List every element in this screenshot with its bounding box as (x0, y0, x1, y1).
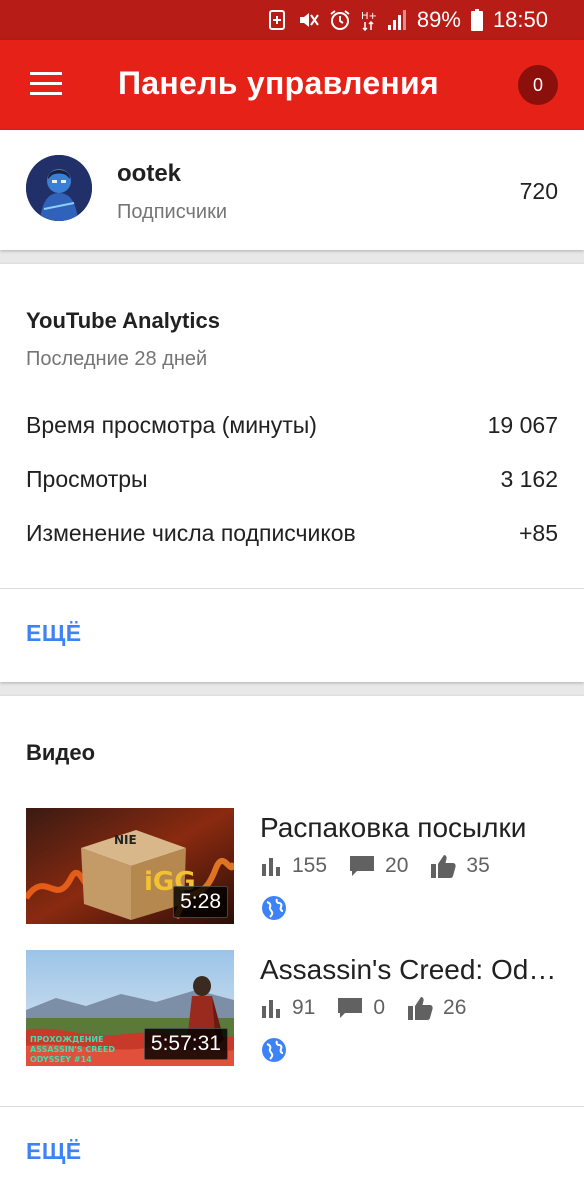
alarm-icon (329, 9, 351, 31)
metric-value: 19 067 (487, 411, 558, 438)
views-count: 155 (292, 854, 328, 877)
battery-icon (470, 9, 483, 31)
divider (0, 588, 584, 589)
video-thumbnail[interactable]: ПРОХОЖДЕНИЕ ASSASSIN'S CREED ODYSSEY #14… (26, 950, 234, 1066)
menu-icon[interactable] (30, 72, 62, 96)
comment-icon (338, 998, 363, 1018)
likes-count: 26 (443, 996, 467, 1019)
comments-count: 0 (373, 996, 386, 1019)
videos-title: Видео (26, 740, 96, 765)
video-title: Assassin's Creed: Odyssey (260, 954, 560, 985)
video-title: Распаковка посылки (260, 812, 527, 843)
video-duration: 5:28 (173, 886, 228, 918)
channel-card[interactable]: ootek Подписчики 720 (0, 130, 584, 250)
videos-card: Видео iGG NIE 5:28 Распаковка посылки 15… (0, 696, 584, 1200)
metric-value: 3 162 (500, 465, 558, 492)
video-item[interactable]: iGG NIE 5:28 Распаковка посылки 155 20 3… (0, 808, 584, 926)
metric-label: Просмотры (26, 465, 148, 492)
views-stat: 155 (260, 854, 327, 878)
notifications-badge[interactable]: 0 (518, 65, 558, 105)
likes-stat: 26 (407, 996, 466, 1020)
app-bar: Панель управления 0 (0, 40, 584, 130)
video-stats: 155 20 35 (260, 854, 512, 878)
divider (0, 1106, 584, 1107)
thumbs-up-icon (431, 855, 457, 878)
video-stats: 91 0 26 (260, 996, 488, 1020)
avatar (26, 155, 92, 221)
svg-text:ПРОХОЖДЕНИЕ: ПРОХОЖДЕНИЕ (30, 1035, 104, 1044)
battery-percent: 89% (416, 7, 461, 32)
metric-label: Изменение числа подписчиков (26, 519, 356, 546)
subscribers-count: 720 (519, 178, 558, 204)
channel-name: ootek (117, 160, 182, 187)
metric-value: +85 (518, 519, 558, 546)
metric-label: Время просмотра (минуты) (26, 411, 317, 438)
svg-text:ASSASSIN'S CREED: ASSASSIN'S CREED (30, 1045, 115, 1054)
signal-icon (387, 9, 407, 31)
views-count: 91 (292, 996, 316, 1019)
mute-icon (297, 9, 319, 31)
likes-stat: 35 (430, 854, 490, 878)
analytics-card: YouTube Analytics Последние 28 дней Врем… (0, 264, 584, 682)
subscribers-label: Подписчики (117, 201, 228, 223)
page-title: Панель управления (118, 65, 440, 101)
bar-chart-icon (262, 1000, 280, 1018)
videos-more-button[interactable]: ЕЩЁ (26, 1138, 82, 1165)
video-thumbnail[interactable]: iGG NIE 5:28 (26, 808, 234, 924)
svg-text:H+: H+ (361, 11, 377, 22)
status-bar: H+ 89% 18:50 (0, 0, 584, 40)
status-time: 18:50 (492, 7, 548, 32)
comments-count: 20 (385, 854, 409, 877)
metric-row-watch-time: Время просмотра (минуты) 19 067 (26, 410, 558, 440)
globe-icon (262, 1038, 286, 1067)
comments-stat: 0 (337, 996, 385, 1020)
data-saver-icon (267, 9, 287, 31)
comment-icon (350, 856, 375, 876)
video-duration: 5:57:31 (143, 1028, 228, 1060)
globe-icon (262, 896, 286, 925)
metric-row-subscriber-change: Изменение числа подписчиков +85 (26, 518, 558, 548)
metric-row-views: Просмотры 3 162 (26, 464, 558, 494)
likes-count: 35 (466, 854, 490, 877)
analytics-title: YouTube Analytics (26, 308, 220, 333)
views-stat: 91 (260, 996, 315, 1020)
svg-text:NIE: NIE (114, 833, 137, 847)
thumbs-up-icon (408, 997, 433, 1020)
comments-stat: 20 (349, 854, 408, 878)
svg-text:ODYSSEY #14: ODYSSEY #14 (30, 1055, 92, 1064)
bar-chart-icon (262, 858, 280, 876)
h-plus-data-icon: H+ (361, 9, 377, 31)
video-item[interactable]: ПРОХОЖДЕНИЕ ASSASSIN'S CREED ODYSSEY #14… (0, 950, 584, 1068)
analytics-period: Последние 28 дней (26, 348, 208, 370)
analytics-more-button[interactable]: ЕЩЁ (26, 620, 82, 647)
